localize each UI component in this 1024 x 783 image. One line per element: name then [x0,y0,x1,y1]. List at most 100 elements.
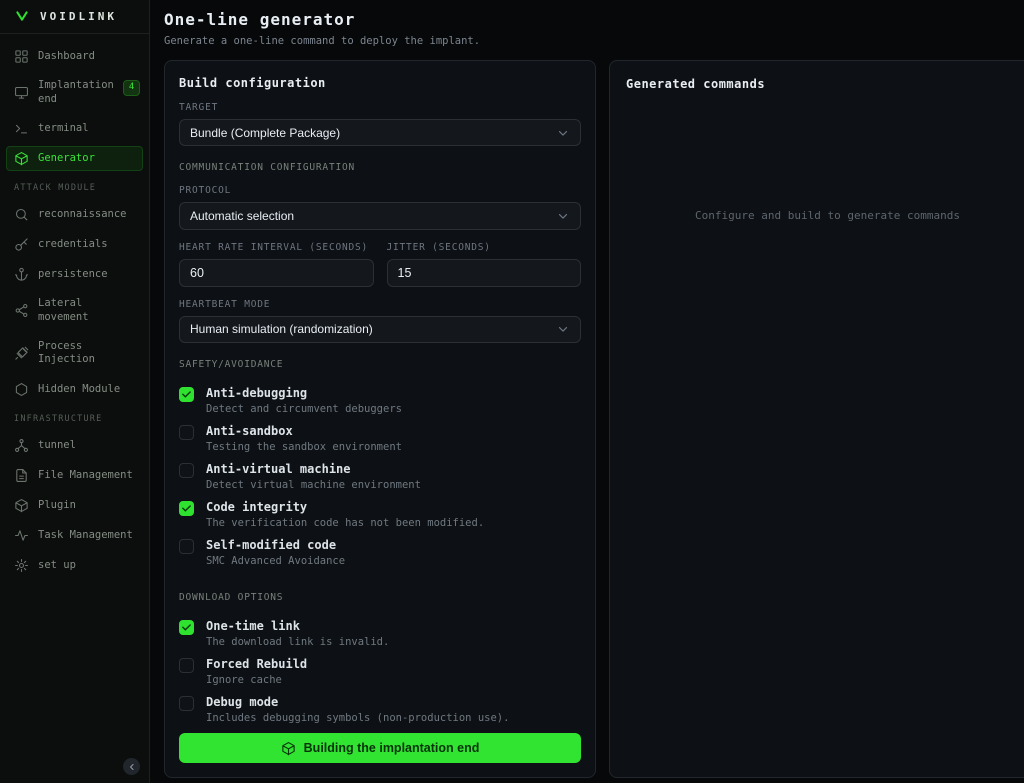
checkbox-row-code-integrity[interactable]: Code integrity The verification code has… [179,500,581,529]
sidebar-item-label: Hidden Module [38,383,135,397]
checkbox-row-self-modified-code[interactable]: Self-modified code SMC Advanced Avoidanc… [179,538,581,567]
sidebar-item-tunnel[interactable]: tunnel [6,433,143,458]
build-panel-title: Build configuration [179,76,581,90]
target-select[interactable]: Bundle (Complete Package) [179,119,581,146]
hexagon-icon [14,382,29,397]
output-empty-message: Configure and build to generate commands [626,209,1024,222]
main-content: One-line generator Generate a one-line c… [151,0,1024,783]
terminal-icon [14,121,29,136]
package-icon [281,741,296,756]
jitter-label: JITTER (SECONDS) [387,242,582,253]
download-section-label: DOWNLOAD OPTIONS [179,592,581,603]
sidebar-item-hidden-module[interactable]: Hidden Module [6,377,143,402]
sidebar-item-label: Lateral movement [38,297,135,324]
sidebar-section-infrastructure: INFRASTRUCTURE [14,414,135,424]
heartbeat-mode-select-value: Human simulation (randomization) [190,322,373,336]
download-options-group: One-time link The download link is inval… [179,619,581,733]
check-icon [181,503,192,514]
checkbox-row-anti-sandbox[interactable]: Anti-sandbox Testing the sandbox environ… [179,424,581,453]
sidebar-item-dashboard[interactable]: Dashboard [6,44,143,69]
sidebar-item-plugin[interactable]: Plugin [6,493,143,518]
sidebar-nav: Dashboard Implantation end 4 terminal Ge… [0,34,149,783]
checkbox[interactable] [179,658,194,673]
sidebar-item-task-management[interactable]: Task Management [6,523,143,548]
sidebar-item-set-up[interactable]: set up [6,553,143,578]
sidebar-item-file-management[interactable]: File Management [6,463,143,488]
chevron-down-icon [556,209,570,223]
anchor-icon [14,267,29,282]
checkbox-row-one-time-link[interactable]: One-time link The download link is inval… [179,619,581,648]
protocol-label: PROTOCOL [179,185,581,196]
target-select-value: Bundle (Complete Package) [190,126,340,140]
heartbeat-interval-label: HEART RATE INTERVAL (SECONDS) [179,242,374,253]
activity-icon [14,528,29,543]
checkbox[interactable] [179,387,194,402]
protocol-select[interactable]: Automatic selection [179,202,581,229]
sidebar-item-label: Process Injection [38,340,135,367]
sidebar-item-reconnaissance[interactable]: reconnaissance [6,202,143,227]
checkbox-label: Anti-sandbox [206,424,402,438]
check-icon [181,622,192,633]
checkbox[interactable] [179,501,194,516]
sidebar-item-implantation-end[interactable]: Implantation end 4 [6,74,143,111]
chevron-down-icon [556,126,570,140]
heartbeat-interval-input[interactable] [179,259,374,287]
sidebar-item-label: tunnel [38,439,135,453]
sidebar-collapse-button[interactable] [123,758,140,775]
checkbox-description: Ignore cache [206,674,307,686]
checkbox[interactable] [179,696,194,711]
sidebar-item-generator[interactable]: Generator [6,146,143,171]
checkbox-row-forced-rebuild[interactable]: Forced Rebuild Ignore cache [179,657,581,686]
file-icon [14,468,29,483]
checkbox[interactable] [179,425,194,440]
sidebar-header: VOIDLINK [0,0,149,34]
chevron-down-icon [556,322,570,336]
jitter-input[interactable] [387,259,582,287]
page-title: One-line generator [164,10,1024,29]
sidebar-item-lateral-movement[interactable]: Lateral movement [6,292,143,329]
build-button[interactable]: Building the implantation end [179,733,581,763]
protocol-select-value: Automatic selection [190,209,294,223]
sidebar-section-attack-module: ATTACK MODULE [14,183,135,193]
key-icon [14,237,29,252]
sidebar-item-label: Task Management [38,529,135,543]
checkbox-description: Testing the sandbox environment [206,441,402,453]
checkbox-label: One-time link [206,619,389,633]
sidebar: VOIDLINK Dashboard Implantation end 4 te… [0,0,150,783]
checkbox-row-debug-mode[interactable]: Debug mode Includes debugging symbols (n… [179,695,581,724]
safety-options-group: Anti-debugging Detect and circumvent deb… [179,386,581,576]
sidebar-item-label: Plugin [38,499,135,513]
checkbox-description: The verification code has not been modif… [206,517,484,529]
sidebar-item-label: reconnaissance [38,208,135,222]
build-button-label: Building the implantation end [304,741,480,755]
checkbox-row-anti-virtual-machine[interactable]: Anti-virtual machine Detect virtual mach… [179,462,581,491]
sidebar-item-process-injection[interactable]: Process Injection [6,335,143,372]
checkbox[interactable] [179,463,194,478]
syringe-icon [14,346,29,361]
checkbox-row-anti-debugging[interactable]: Anti-debugging Detect and circumvent deb… [179,386,581,415]
brand-name: VOIDLINK [40,10,117,23]
share-icon [14,303,29,318]
checkbox-label: Self-modified code [206,538,345,552]
check-icon [181,389,192,400]
target-label: TARGET [179,102,581,113]
checkbox-label: Debug mode [206,695,509,709]
output-panel-title: Generated commands [626,77,1024,91]
sidebar-item-label: Implantation end [38,79,114,106]
checkbox-description: Detect virtual machine environment [206,479,421,491]
checkbox-description: The download link is invalid. [206,636,389,648]
package-icon [14,151,29,166]
gear-icon [14,558,29,573]
checkbox[interactable] [179,620,194,635]
count-badge: 4 [123,80,140,96]
sidebar-item-terminal[interactable]: terminal [6,116,143,141]
generated-commands-panel: Generated commands Configure and build t… [609,60,1024,778]
package-icon [14,498,29,513]
heartbeat-mode-select[interactable]: Human simulation (randomization) [179,316,581,343]
page-subtitle: Generate a one-line command to deploy th… [164,35,1024,47]
sidebar-item-label: Generator [38,152,135,166]
search-icon [14,207,29,222]
checkbox[interactable] [179,539,194,554]
sidebar-item-persistence[interactable]: persistence [6,262,143,287]
sidebar-item-credentials[interactable]: credentials [6,232,143,257]
